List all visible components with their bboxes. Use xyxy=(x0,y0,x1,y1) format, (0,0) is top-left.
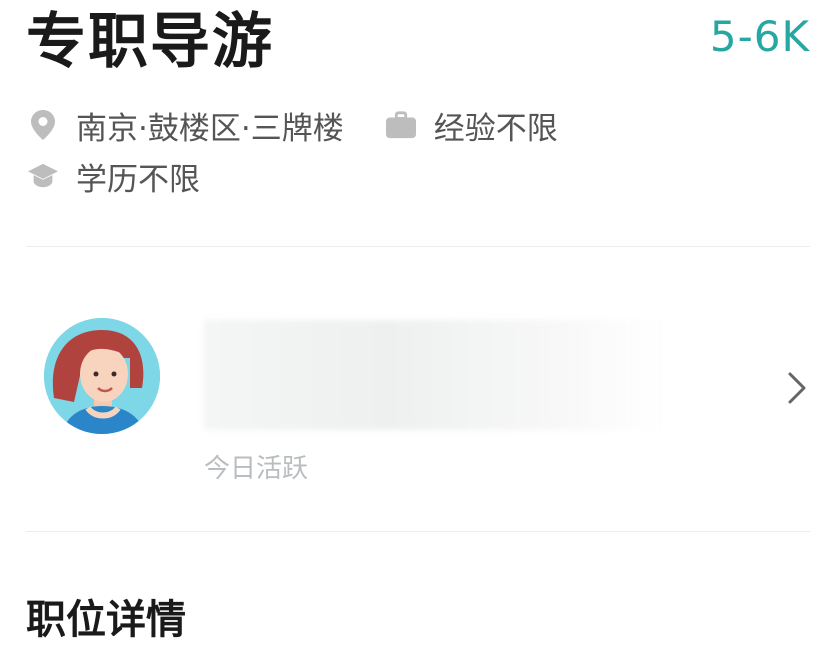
avatar[interactable] xyxy=(44,318,160,434)
experience-item: 经验不限 xyxy=(385,103,558,148)
salary-range: 5-6K xyxy=(709,12,810,61)
recruiter-name xyxy=(204,320,664,430)
chevron-right-icon[interactable] xyxy=(786,370,810,406)
recruiter-card[interactable]: 今日活跃 xyxy=(26,300,810,484)
divider xyxy=(26,246,810,247)
recruiter-activity-status: 今日活跃 xyxy=(204,454,309,484)
graduation-cap-icon xyxy=(28,161,58,191)
location-item: 南京·鼓楼区·三牌楼 xyxy=(28,103,344,148)
job-details-heading: 职位详情 xyxy=(26,597,186,643)
experience-text: 经验不限 xyxy=(433,110,558,147)
job-meta-row: 南京·鼓楼区·三牌楼 经验不限 xyxy=(28,103,558,148)
briefcase-icon xyxy=(385,110,416,140)
education-item: 学历不限 xyxy=(28,154,200,199)
location-text: 南京·鼓楼区·三牌楼 xyxy=(76,110,344,147)
job-meta-row-2: 学历不限 xyxy=(28,154,200,199)
divider xyxy=(26,531,810,532)
location-pin-icon xyxy=(28,110,58,140)
job-title: 专职导游 xyxy=(26,7,274,77)
education-text: 学历不限 xyxy=(76,161,200,198)
